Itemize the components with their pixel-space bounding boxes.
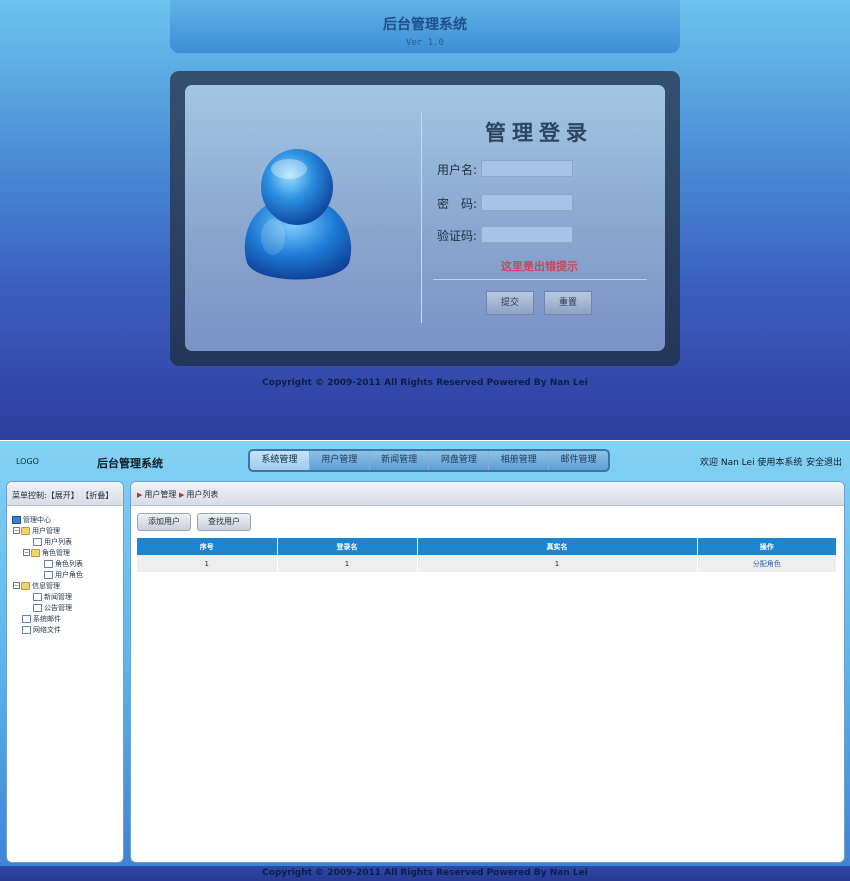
assign-role-link[interactable]: 分配角色 bbox=[753, 560, 781, 568]
horizontal-divider bbox=[433, 279, 647, 280]
top-nav: 系统管理 用户管理 新闻管理 网盘管理 相册管理 邮件管理 bbox=[248, 449, 610, 472]
column-header: 真实名 bbox=[417, 538, 698, 555]
admin-copyright: Copyright © 2009-2011 All Rights Reserve… bbox=[262, 868, 588, 878]
table-row: 1 1 1 分配角色 bbox=[137, 555, 836, 572]
page-icon bbox=[44, 559, 53, 568]
system-name: 后台管理系统 bbox=[97, 457, 163, 470]
login-header-title: 后台管理系统 bbox=[383, 17, 467, 33]
captcha-label: 验证码: bbox=[437, 229, 478, 243]
collapse-all-link[interactable]: 【折叠】 bbox=[81, 491, 113, 500]
logout-link[interactable]: 安全退出 bbox=[806, 455, 842, 468]
tree-item-label: 管理中心 bbox=[23, 515, 51, 524]
tree-item-label: 公告管理 bbox=[44, 603, 72, 612]
nav-item-netdisk[interactable]: 网盘管理 bbox=[429, 451, 490, 470]
login-frame: 管理登录 用户名: 密 码: 验证码: 这里是出错提示 提交 重置 bbox=[170, 71, 680, 366]
tree-item-label: 用户列表 bbox=[44, 537, 72, 546]
computer-icon bbox=[12, 515, 21, 524]
admin-header: LOGO 后台管理系统 系统管理 用户管理 新闻管理 网盘管理 相册管理 邮件管… bbox=[0, 441, 850, 481]
column-header: 序号 bbox=[137, 538, 278, 555]
table-cell: 1 bbox=[277, 555, 418, 572]
admin-screen: LOGO 后台管理系统 系统管理 用户管理 新闻管理 网盘管理 相册管理 邮件管… bbox=[0, 441, 850, 881]
reset-button[interactable]: 重置 bbox=[544, 291, 592, 315]
user-avatar-icon bbox=[244, 149, 352, 280]
tree-item-system-mail[interactable]: 系统邮件 bbox=[7, 613, 123, 624]
login-title: 管理登录 bbox=[485, 121, 593, 145]
menu-tree: 管理中心 − 用户管理 用户列表 − 角色管理 角色列表 用户角色 − 信息管理… bbox=[7, 506, 123, 635]
collapse-icon[interactable]: − bbox=[13, 527, 20, 534]
table-cell: 分配角色 bbox=[697, 555, 836, 572]
tree-item-user-list[interactable]: 用户列表 bbox=[7, 536, 123, 547]
error-message: 这里是出错提示 bbox=[501, 260, 578, 273]
login-panel: 管理登录 用户名: 密 码: 验证码: 这里是出错提示 提交 重置 bbox=[185, 85, 665, 351]
tree-item-role-mgmt[interactable]: − 角色管理 bbox=[7, 547, 123, 558]
table-cell: 1 bbox=[137, 555, 278, 572]
captcha-input[interactable] bbox=[481, 226, 573, 243]
nav-item-system[interactable]: 系统管理 bbox=[250, 451, 310, 470]
username-input[interactable] bbox=[481, 160, 573, 177]
submit-button[interactable]: 提交 bbox=[486, 291, 534, 315]
tree-item-label: 网络文件 bbox=[33, 625, 61, 634]
folder-open-icon bbox=[31, 548, 40, 557]
username-label: 用户名: bbox=[437, 163, 478, 177]
tree-item-notice-mgmt[interactable]: 公告管理 bbox=[7, 602, 123, 613]
find-user-button[interactable]: 查找用户 bbox=[197, 513, 251, 531]
tree-item-label: 系统邮件 bbox=[33, 614, 61, 623]
add-user-button[interactable]: 添加用户 bbox=[137, 513, 191, 531]
tree-item-label: 用户角色 bbox=[55, 570, 83, 579]
tree-item-network-files[interactable]: 网络文件 bbox=[7, 624, 123, 635]
welcome-text: 欢迎 Nan Lei 使用本系统 bbox=[700, 458, 803, 468]
page-icon bbox=[33, 603, 42, 612]
tree-item-info-mgmt[interactable]: − 信息管理 bbox=[7, 580, 123, 591]
menu-control-label: 菜单控制: bbox=[12, 491, 47, 500]
collapse-icon[interactable]: − bbox=[23, 549, 30, 556]
folder-open-icon bbox=[21, 581, 30, 590]
page-icon bbox=[33, 592, 42, 601]
tree-item-label: 角色列表 bbox=[55, 559, 83, 568]
folder-open-icon bbox=[21, 526, 30, 535]
main-panel: ▶ 用户管理 ▶ 用户列表 添加用户 查找用户 序号 登录名 真实名 操作 1 1 bbox=[130, 481, 845, 863]
table-cell: 1 bbox=[417, 555, 698, 572]
breadcrumb-item: 用户列表 bbox=[186, 490, 219, 499]
collapse-icon[interactable]: − bbox=[13, 582, 20, 589]
tree-item-role-list[interactable]: 角色列表 bbox=[7, 558, 123, 569]
vertical-divider bbox=[421, 111, 422, 323]
nav-item-mail[interactable]: 邮件管理 bbox=[549, 451, 608, 470]
tree-item-label: 新闻管理 bbox=[44, 592, 72, 601]
page-icon bbox=[33, 537, 42, 546]
tree-item-news-mgmt[interactable]: 新闻管理 bbox=[7, 591, 123, 602]
nav-item-users[interactable]: 用户管理 bbox=[310, 451, 370, 470]
arrow-right-icon: ▶ bbox=[178, 491, 185, 499]
sidebar-header: 菜单控制:【展开】 【折叠】 bbox=[7, 482, 123, 506]
login-copyright: Copyright © 2009-2011 All Rights Reserve… bbox=[262, 378, 588, 388]
login-header: 后台管理系统 Ver 1.0 bbox=[170, 0, 680, 53]
version-label: Ver 1.0 bbox=[406, 38, 444, 48]
breadcrumb-item[interactable]: 用户管理 bbox=[144, 490, 176, 499]
tree-item-label: 信息管理 bbox=[32, 581, 60, 590]
sidebar: 菜单控制:【展开】 【折叠】 管理中心 − 用户管理 用户列表 − 角色管理 角… bbox=[6, 481, 124, 863]
password-label: 密 码: bbox=[437, 197, 478, 211]
page-icon bbox=[22, 614, 31, 623]
nav-item-news[interactable]: 新闻管理 bbox=[370, 451, 430, 470]
login-screen: 后台管理系统 Ver 1.0 管理登录 用户名: 密 码: 验证码: 这里是出错… bbox=[0, 0, 850, 440]
nav-item-album[interactable]: 相册管理 bbox=[489, 451, 550, 470]
page-icon bbox=[44, 570, 53, 579]
tree-item-user-role[interactable]: 用户角色 bbox=[7, 569, 123, 580]
expand-all-link[interactable]: 【展开】 bbox=[47, 491, 79, 500]
column-header: 操作 bbox=[697, 538, 836, 555]
arrow-right-icon: ▶ bbox=[137, 491, 143, 499]
logo: LOGO bbox=[16, 457, 39, 466]
tree-item-admin-center[interactable]: 管理中心 bbox=[7, 514, 123, 525]
page-icon bbox=[22, 625, 31, 634]
password-input[interactable] bbox=[481, 194, 573, 211]
user-table: 序号 登录名 真实名 操作 1 1 1 分配角色 bbox=[137, 538, 836, 572]
tree-item-label: 角色管理 bbox=[42, 548, 70, 557]
breadcrumb: ▶ 用户管理 ▶ 用户列表 bbox=[131, 482, 844, 506]
table-header-row: 序号 登录名 真实名 操作 bbox=[137, 538, 836, 555]
tree-item-user-mgmt[interactable]: − 用户管理 bbox=[7, 525, 123, 536]
tree-item-label: 用户管理 bbox=[32, 526, 60, 535]
column-header: 登录名 bbox=[277, 538, 418, 555]
